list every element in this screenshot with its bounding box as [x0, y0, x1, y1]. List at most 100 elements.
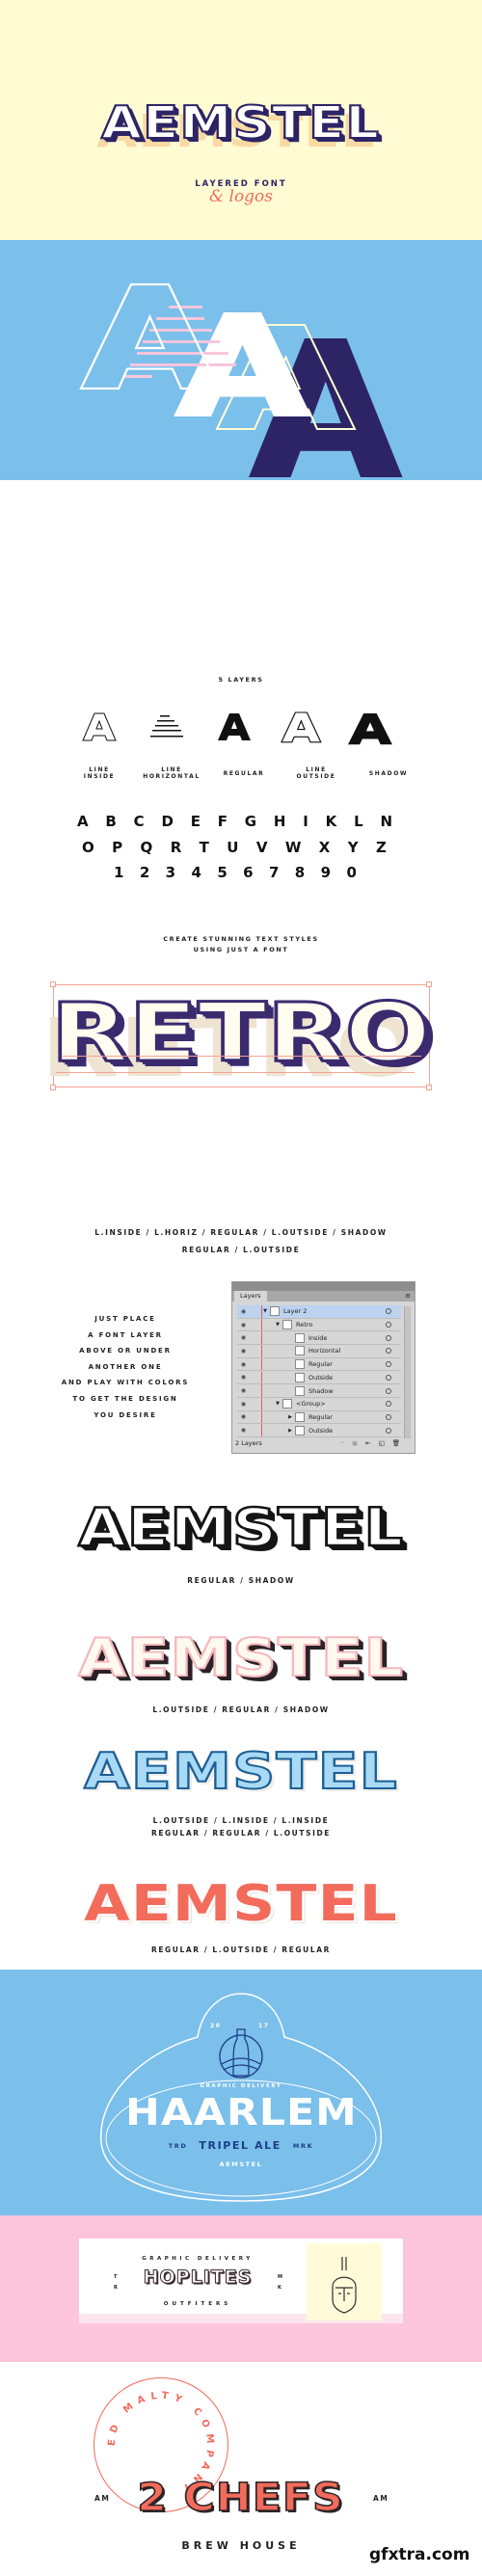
glyph: R	[170, 839, 182, 856]
target-icon[interactable]	[386, 1413, 391, 1420]
layers-illustration	[0, 240, 482, 480]
glyph: 3	[165, 864, 176, 881]
eye-icon[interactable]: ◉	[237, 1413, 250, 1420]
glyph: D	[161, 813, 174, 830]
expand-icon: ▶	[288, 1427, 292, 1434]
glyph: 6	[243, 864, 254, 881]
bottle-badge-icon	[219, 2034, 263, 2079]
layer-row[interactable]: ◉ Shadow	[237, 1384, 401, 1398]
howto-line: TO GET THE DESIGN	[72, 1394, 178, 1403]
lock-column	[250, 1410, 262, 1424]
layer-row[interactable]: ◉ ▶ Regular	[237, 1410, 401, 1425]
label-line: LINE	[89, 766, 110, 773]
target-icon[interactable]	[386, 1322, 391, 1328]
sample-caption: REGULAR / SHADOW	[187, 1576, 295, 1585]
layer-row[interactable]: ◉ Horizontal	[237, 1345, 401, 1358]
layer-thumbnail	[295, 1425, 305, 1436]
label-line: LINE	[161, 766, 182, 773]
target-icon[interactable]	[386, 1387, 391, 1394]
year-right: 17	[258, 2023, 270, 2029]
layers-heading: 5 LAYERS	[218, 676, 264, 684]
trash-icon[interactable]: 🗑	[392, 1439, 400, 1447]
layer-row[interactable]: ◉ ▼ Retro	[237, 1318, 401, 1332]
line-outside-icon	[281, 711, 322, 743]
line-horizontal-icon	[150, 715, 183, 738]
glyph: A	[77, 813, 89, 830]
eye-icon[interactable]: ◉	[237, 1401, 250, 1408]
haarlem-brand: AEMSTEL	[219, 2160, 263, 2168]
target-icon[interactable]	[386, 1308, 391, 1315]
hoplites-logo-section: GRAPHIC DELIVERY HOPLITES OUTFITERS TR M…	[0, 2215, 482, 2362]
target-icon[interactable]	[386, 1427, 391, 1434]
sample-caption: REGULAR / REGULAR / L.OUTSIDE	[150, 1829, 332, 1838]
t-letter: T	[114, 2274, 120, 2280]
glyph: V	[255, 839, 268, 856]
eye-icon[interactable]: ◉	[237, 1427, 250, 1434]
line-inside-icon	[82, 712, 117, 741]
glyph: W	[284, 839, 302, 856]
glyph: L	[354, 813, 363, 830]
target-icon[interactable]	[386, 1361, 391, 1368]
hoplites-bottom: OUTFITERS	[163, 2301, 232, 2307]
layer-name: Retro	[296, 1321, 313, 1329]
layer-row[interactable]: ◉ ▼ <Group>	[237, 1397, 401, 1411]
ring-text: GRAPHIC DELIVERY	[200, 2083, 282, 2089]
layer-row[interactable]: ◉ ▶ Outside	[237, 1424, 401, 1437]
layer-name: Shadow	[308, 1386, 334, 1395]
glyph: I	[303, 813, 308, 830]
clip-icon[interactable]: ▣	[352, 1439, 358, 1447]
hoplites-top: GRAPHIC DELIVERY	[142, 2256, 254, 2262]
layer-row[interactable]: ◉ Inside	[237, 1331, 401, 1346]
new-sublayer-icon[interactable]: ⇤	[365, 1439, 370, 1447]
sample-black: AEMSTEL	[77, 1496, 405, 1560]
glyph: U	[227, 839, 239, 856]
alphabet-row-1: ABCDEFGHIKLN	[77, 813, 392, 830]
howto-line: JUST PLACE	[94, 1315, 156, 1323]
lock-column	[250, 1357, 262, 1371]
r-letter: R	[114, 2285, 120, 2291]
panel-titlebar[interactable]	[232, 1282, 415, 1291]
layer-row[interactable]: ◉ Regular	[237, 1357, 401, 1372]
layer-row[interactable]: ◉ ▼ Layer 2	[237, 1305, 401, 1319]
handle[interactable]	[50, 1085, 56, 1090]
glyph: B	[105, 813, 117, 830]
eye-icon[interactable]: ◉	[237, 1308, 250, 1315]
baseline-guide	[63, 1056, 421, 1057]
haarlem-title: HAARLEM	[124, 2091, 358, 2133]
panel-menu-icon[interactable]: ≡	[405, 1292, 411, 1300]
eye-icon[interactable]: ◉	[237, 1322, 250, 1328]
regular-icon	[218, 713, 251, 740]
handle[interactable]	[426, 1085, 432, 1090]
sample-pink: AEMSTEL	[77, 1626, 404, 1689]
eye-icon[interactable]: ◉	[237, 1387, 250, 1394]
target-icon[interactable]	[386, 1374, 391, 1381]
eye-icon[interactable]: ◉	[237, 1348, 250, 1355]
target-icon[interactable]	[386, 1401, 391, 1408]
eye-icon[interactable]: ◉	[237, 1361, 250, 1368]
expand-icon: ▼	[263, 1308, 267, 1315]
tripel-ale: TRIPEL ALE	[199, 2139, 281, 2152]
target-icon[interactable]	[386, 1348, 391, 1355]
retro-caption-2: REGULAR / L.OUTSIDE	[181, 1246, 301, 1254]
layer-name: Layer 2	[283, 1307, 308, 1316]
label-outside: OUTSIDE	[296, 773, 336, 780]
hero-title: AEMSTEL	[100, 95, 381, 149]
panel-scrollbar[interactable]	[404, 1306, 411, 1438]
lock-column	[250, 1331, 262, 1345]
expand-icon: ▼	[276, 1401, 280, 1408]
glyph: 5	[217, 864, 228, 881]
haarlem-logo-section: 20 17 GRAPHIC DELIVERY HAARLEM TRD TRIPE…	[0, 1970, 482, 2216]
new-layer-icon[interactable]: ◱	[379, 1439, 385, 1447]
layer-labels: LINE INSIDE LINE HORIZONTAL REGULAR LINE OU…	[66, 766, 422, 780]
label-shadow: SHADOW	[368, 770, 409, 777]
target-icon[interactable]	[386, 1334, 391, 1341]
layers-panel: Layers ≡ ◉ ▼ Layer 2 ◉ ▼ Retro ◉ Inside ◉ Horizon…	[231, 1281, 415, 1454]
layers-tab[interactable]: Layers	[234, 1291, 267, 1301]
search-icon[interactable]: ⌕	[340, 1438, 344, 1447]
glyph: E	[190, 813, 201, 830]
eye-icon[interactable]: ◉	[237, 1374, 250, 1381]
eye-icon[interactable]: ◉	[237, 1334, 250, 1341]
layer-thumbnail	[295, 1332, 305, 1343]
howto-line: ABOVE OR UNDER	[79, 1347, 172, 1355]
layer-row[interactable]: ◉ Outside	[237, 1371, 401, 1385]
